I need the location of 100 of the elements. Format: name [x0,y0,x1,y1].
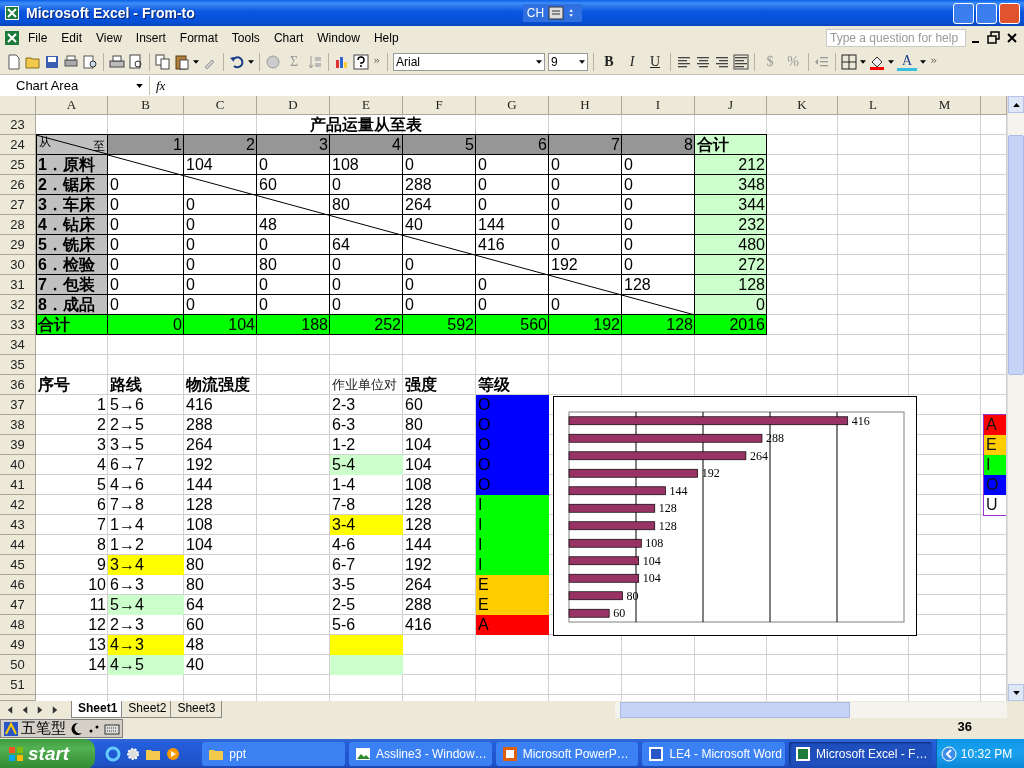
menu-item[interactable]: Edit [55,29,89,47]
row-header[interactable]: 44 [0,535,36,555]
row-header[interactable]: 37 [0,395,36,415]
ime-toolbar[interactable]: 五笔型 [0,719,123,738]
caret-icon[interactable] [248,60,254,64]
row-header[interactable]: 46 [0,575,36,595]
column-header[interactable]: C [184,96,257,115]
row-header[interactable]: 39 [0,435,36,455]
bar-chart-icon[interactable] [334,54,350,70]
fill-color-icon[interactable] [869,54,885,70]
spreadsheet-icon[interactable] [4,30,20,46]
new-file-icon[interactable] [6,54,22,70]
row-header[interactable]: 27 [0,195,36,215]
row-header[interactable]: 36 [0,375,36,395]
column-header[interactable]: L [838,96,909,115]
row-header[interactable]: 23 [0,115,36,135]
row-header[interactable]: 49 [0,635,36,655]
keyboard-icon[interactable] [548,5,565,21]
help-icon[interactable] [353,54,369,70]
row-header[interactable]: 32 [0,295,36,315]
copy-icon[interactable] [155,54,171,70]
format-button[interactable]: U [645,54,665,70]
menu-item[interactable]: Window [311,29,366,47]
bar-chart[interactable]: 416 288 264 192 144 128 128 108 104 104 80 60 [553,396,917,636]
merge-cells-icon[interactable] [733,54,749,70]
row-header[interactable]: 24 [0,135,36,155]
column-header[interactable]: M [909,96,981,115]
column-header[interactable]: E [330,96,403,115]
spreadsheet-icon[interactable] [4,5,20,21]
horizontal-scrollbar[interactable] [615,701,1007,718]
align-right-icon[interactable] [714,54,730,70]
scroll-up-button[interactable] [1008,96,1024,113]
align-center-icon[interactable] [695,54,711,70]
media-player-icon[interactable] [165,746,182,762]
language-bar[interactable]: CH [522,4,583,22]
column-header[interactable]: G [476,96,549,115]
font-color-button[interactable]: A [897,53,917,71]
menu-item[interactable]: Tools [225,29,266,47]
row-header[interactable]: 30 [0,255,36,275]
column-header[interactable]: D [257,96,330,115]
menu-item[interactable]: Help [367,29,405,47]
column-header[interactable]: I [622,96,695,115]
taskbar-button[interactable]: LE4 - Microsoft Word [642,742,786,766]
menu-item[interactable]: Format [173,29,224,47]
print-preview-icon[interactable] [128,54,144,70]
help-search-field[interactable]: Type a question for help [826,29,966,47]
format-button[interactable]: I [622,54,642,70]
menu-item[interactable]: Chart [267,29,310,47]
row-header[interactable]: 42 [0,495,36,515]
row-header[interactable]: 34 [0,335,36,355]
insert-function-button[interactable]: fx [156,77,166,94]
gear-icon[interactable] [125,746,142,762]
caret-icon[interactable] [579,60,585,64]
column-header[interactable]: F [403,96,476,115]
close-button[interactable] [999,2,1020,24]
taskbar-button[interactable]: ppt [202,742,345,766]
caret-icon[interactable] [888,60,894,64]
menu-item[interactable]: View [90,29,128,47]
row-header[interactable]: 38 [0,415,36,435]
format-button[interactable]: B [599,54,619,70]
taskbar-button[interactable]: Assline3 - Window… [349,742,492,766]
taskbar-button[interactable]: Microsoft PowerP… [495,742,639,766]
menu-item[interactable]: File [22,29,54,47]
column-header[interactable]: A [36,96,108,115]
sheet-tab[interactable]: Sheet3 [170,701,223,718]
row-header[interactable]: 40 [0,455,36,475]
borders-icon[interactable] [841,54,857,70]
expand-tray-icon[interactable] [940,746,957,762]
row-header[interactable]: 33 [0,315,36,335]
row-header[interactable]: 35 [0,355,36,375]
scroll-thumb[interactable] [620,701,850,718]
taskbar-button[interactable]: Microsoft Excel - F… [789,742,932,766]
row-header[interactable]: 51 [0,675,36,695]
undo-icon[interactable] [229,54,245,70]
row-header[interactable]: 43 [0,515,36,535]
grade-legend[interactable]: A E I O U [983,414,1006,516]
align-left-icon[interactable] [676,54,692,70]
row-header[interactable]: 28 [0,215,36,235]
print-icon[interactable] [109,54,125,70]
restore-button[interactable] [976,2,997,24]
row-header[interactable]: 25 [0,155,36,175]
column-header[interactable]: J [695,96,767,115]
scroll-down-button[interactable] [1008,684,1024,701]
column-header[interactable]: H [549,96,622,115]
row-header[interactable]: 47 [0,595,36,615]
row-header[interactable]: 29 [0,235,36,255]
font-size-field[interactable]: 9 [548,53,588,71]
column-header[interactable]: B [108,96,184,115]
caret-icon[interactable] [136,83,143,88]
row-header[interactable]: 50 [0,655,36,675]
row-header[interactable]: 26 [0,175,36,195]
restore-icon[interactable] [986,30,1002,46]
magnifier-page-icon[interactable] [82,54,98,70]
paste-icon[interactable] [174,54,190,70]
column-header[interactable]: K [767,96,838,115]
caret-icon[interactable] [860,60,866,64]
row-header[interactable]: 45 [0,555,36,575]
scroll-thumb[interactable] [1008,135,1024,375]
vertical-scrollbar[interactable] [1007,96,1024,701]
caret-icon[interactable] [193,60,199,64]
